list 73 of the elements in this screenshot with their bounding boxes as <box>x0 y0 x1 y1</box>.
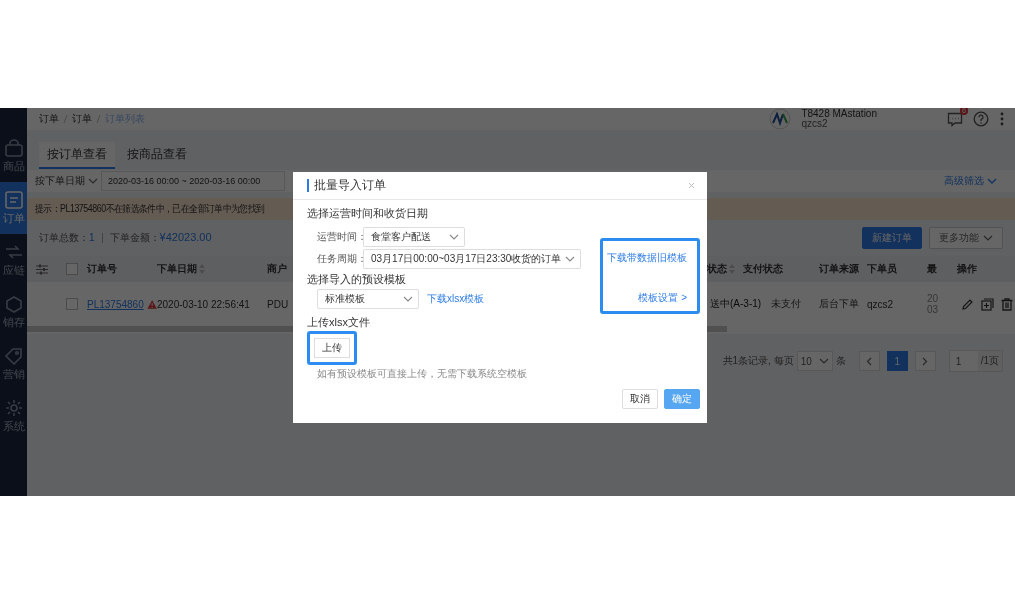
caret-icon <box>449 234 459 240</box>
caret-icon <box>403 296 413 302</box>
column-header: 操作 <box>957 262 977 276</box>
close-icon[interactable] <box>688 182 695 189</box>
dialog-button[interactable]: 取消 <box>622 389 658 409</box>
caret-icon <box>88 178 98 184</box>
table-cell: 2020-03-10 22:56:41 <box>157 298 250 310</box>
row-checkbox[interactable] <box>66 298 78 310</box>
column-header: 订单来源 <box>819 262 859 276</box>
caret-icon <box>983 235 993 241</box>
order-number-link[interactable]: PL13754860 <box>87 298 144 310</box>
select-all-checkbox[interactable] <box>66 263 78 275</box>
view-tab[interactable]: 按订单查看 <box>39 142 115 169</box>
table-cell: 送中(A-3-1) <box>710 297 762 311</box>
table-cell: PDU <box>267 298 289 310</box>
upload-button[interactable]: 上传 <box>314 338 350 358</box>
section-title: 上传xlsx文件 <box>307 315 371 330</box>
page-jump-field[interactable]: 1 <box>949 355 978 367</box>
column-header: 状态 <box>707 262 727 276</box>
table-cell: qzcs2 <box>867 298 894 310</box>
hint-text: 如有预设模板可直接上传，无需下载系统空模板 <box>316 367 528 381</box>
copy-icon[interactable] <box>981 297 994 311</box>
user-account: qzcs2 <box>801 119 829 129</box>
column-settings-icon[interactable] <box>36 263 48 275</box>
previous-page-button[interactable] <box>858 351 880 371</box>
operation-time-select[interactable]: 食堂客户配送 <box>363 227 465 247</box>
column-header: 下单员 <box>867 262 897 276</box>
table-cell: 未支付 <box>771 297 801 311</box>
breadcrumb-item[interactable]: 订单 <box>72 112 92 126</box>
message-icon[interactable] <box>947 111 963 127</box>
breadcrumb-item[interactable]: 订单 <box>39 112 59 126</box>
caret-icon <box>987 178 997 184</box>
hexagon-icon <box>3 294 24 313</box>
column-header: 商户 <box>267 262 287 276</box>
arrows-icon <box>3 242 24 261</box>
dialog-button[interactable]: 确定 <box>664 389 700 409</box>
user-name: T8428 MAstation <box>801 109 877 119</box>
task-period-select[interactable]: 03月17日00:00~03月17日23:30收货的订单 <box>363 249 582 269</box>
column-header: 下单日期 <box>157 262 197 276</box>
delete-icon[interactable] <box>1001 297 1013 311</box>
view-tab[interactable]: 按商品查看 <box>119 142 195 167</box>
gear-icon <box>3 398 24 417</box>
sidebar-item[interactable]: 订单 <box>0 182 27 234</box>
page-size-select[interactable]: 10 <box>796 351 833 371</box>
caret-icon <box>565 256 576 262</box>
download-old-template-link[interactable]: 下载带数据旧模板 <box>607 251 687 265</box>
caret-icon <box>818 358 829 364</box>
advanced-filter-link[interactable]: 高级筛选 <box>938 173 1003 189</box>
tag-icon <box>3 346 24 365</box>
page-total: /1页 <box>977 351 1002 371</box>
next-page-button[interactable] <box>914 351 936 371</box>
bag-icon <box>3 138 24 157</box>
action-button[interactable]: 新建订单 <box>862 227 922 249</box>
section-title: 选择导入的预设模板 <box>307 272 407 287</box>
table-cell: 后台下单 <box>819 297 859 311</box>
template-select[interactable]: 标准模板 <box>317 289 419 309</box>
more-icon[interactable] <box>999 111 1005 127</box>
download-template-link[interactable]: 下载xlsx模板 <box>427 292 485 306</box>
chevron-right-icon <box>922 356 929 366</box>
chevron-left-icon <box>866 356 873 366</box>
column-header: 支付状态 <box>743 262 783 276</box>
page-button[interactable]: 1 <box>886 351 908 371</box>
date-type-dropdown[interactable]: 按下单日期 <box>33 174 101 188</box>
column-header: 订单号 <box>87 262 117 276</box>
section-title: 选择运营时间和收货日期 <box>307 206 429 221</box>
date-range-field[interactable]: 2020-03-16 00:00 ~ 2020-03-16 00:00 <box>101 171 285 191</box>
document-icon <box>3 190 24 209</box>
column-header: 最 <box>927 262 937 276</box>
template-settings-link[interactable]: 模板设置 > <box>638 291 687 305</box>
help-icon[interactable] <box>973 111 989 127</box>
dialog-title: 批量导入订单 <box>307 179 386 192</box>
page-size-unit: 条 <box>835 354 846 368</box>
edit-icon[interactable] <box>961 297 974 311</box>
